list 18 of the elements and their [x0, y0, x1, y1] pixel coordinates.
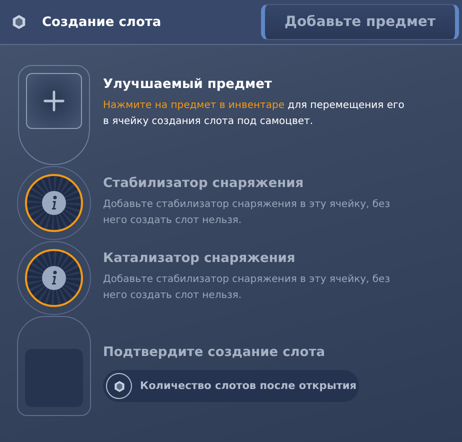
catalyst-slot[interactable]: [17, 166, 91, 240]
info-icon: [42, 266, 66, 290]
add-item-button[interactable]: Добавьте предмет: [261, 4, 459, 40]
step-title: Катализатор снаряжения: [103, 251, 296, 266]
gem-icon: [106, 373, 132, 399]
gem-icon: [12, 14, 26, 30]
step-description: Добавьте стабилизатор снаряжения в эту ячейку, без него создать слот нельзя.: [103, 198, 392, 228]
step-title: Улучшаемый предмет: [103, 77, 273, 92]
step-description: Нажмите на предмет в инвентаре для перемещения его в ячейку создания слота под самоцвет.: [103, 99, 406, 129]
add-slot-button[interactable]: [26, 73, 82, 129]
step-description: Добавьте стабилизатор снаряжения в эту ячейку, без него создать слот нельзя.: [103, 273, 392, 303]
catalyst-slot[interactable]: [17, 241, 91, 315]
step-title: Подтвердите создание слота: [103, 345, 326, 360]
window-title: Создание слота: [42, 14, 162, 30]
slot-count-label: Количество слотов после открытия: [140, 380, 357, 392]
plus-icon: [43, 90, 65, 112]
step-title: Стабилизатор снаряжения: [103, 176, 305, 191]
info-icon: [42, 191, 66, 215]
